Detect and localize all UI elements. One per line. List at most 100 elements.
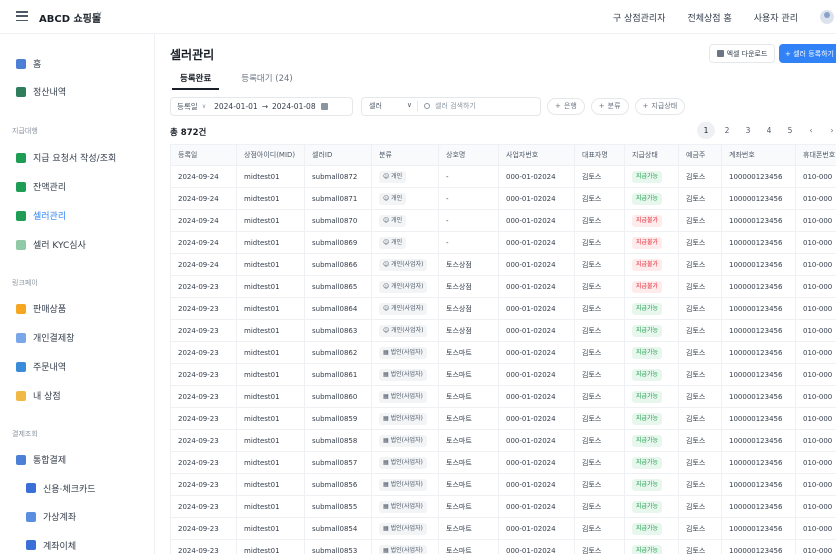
sidebar-item-store[interactable]: 내 상점 [16, 389, 61, 402]
filter-chip-bank[interactable]: + 은행 [547, 97, 585, 115]
table-cell: 토스마트 [438, 473, 499, 496]
table-cell: 100000123456 [721, 473, 796, 496]
column-header[interactable]: 등록일 [170, 144, 237, 166]
sidebar-item-seller[interactable]: 셀러관리 [16, 209, 66, 222]
table-row[interactable]: 2024-09-23 midtest01 submall0865 ☺ 개인(사업자) 토… [170, 275, 836, 298]
table-cell: submall0857 [304, 451, 372, 474]
sidebar-item-product[interactable]: 판매상품 [16, 302, 66, 315]
table-cell: 010-000 [795, 341, 836, 364]
table-row[interactable]: 2024-09-24 midtest01 submall0869 ☺ 개인 -000-0… [170, 231, 836, 254]
column-header[interactable]: 상호명 [438, 144, 499, 166]
table-row[interactable]: 2024-09-24 midtest01 submall0872 ☺ 개인 -000-0… [170, 165, 836, 188]
search-placeholder: 셀러 검색하기 [435, 102, 476, 110]
table-row[interactable]: 2024-09-23 midtest01 submall0864 ☺ 개인(사업자) 토… [170, 297, 836, 320]
calendar-icon[interactable] [320, 102, 328, 110]
column-header[interactable]: 지급상태 [624, 144, 679, 166]
date-filter-label: 등록일 [177, 101, 198, 111]
sidebar-item-integrated-pay[interactable]: 통합결제 [16, 453, 66, 466]
column-header[interactable]: 대표자명 [574, 144, 625, 166]
next-page-button[interactable]: › [823, 122, 836, 139]
table-cell: 010-000 [795, 231, 836, 254]
avatar-icon[interactable] [820, 10, 834, 24]
sidebar-item-money[interactable]: 지급 요청서 작성/조회 [16, 151, 116, 164]
table-row[interactable]: 2024-09-23 midtest01 submall0859 ▦ 법인(사업자) 토… [170, 407, 836, 430]
table-cell: midtest01 [236, 451, 305, 474]
brand-name[interactable]: ABCD 쇼핑몰 [39, 10, 101, 25]
page-button[interactable]: 5 [781, 122, 799, 139]
table-row[interactable]: 2024-09-23 midtest01 submall0854 ▦ 법인(사업자) 토… [170, 517, 836, 540]
table-cell: 김토스 [574, 297, 625, 320]
table-row[interactable]: 2024-09-23 midtest01 submall0858 ▦ 법인(사업자) 토… [170, 429, 836, 452]
table-row[interactable]: 2024-09-24 midtest01 submall0866 ☺ 개인(사업자) 토… [170, 253, 836, 276]
table-cell: 김토스 [678, 319, 722, 342]
nav-legacy-admin[interactable]: 구 상점관리자 [613, 11, 666, 24]
search-type-select[interactable]: 셀러 ∨ [362, 101, 418, 111]
table-cell: submall0869 [304, 231, 372, 254]
column-header[interactable]: 사업자번호 [498, 144, 575, 166]
table-row[interactable]: 2024-09-24 midtest01 submall0871 ☺ 개인 -000-0… [170, 187, 836, 210]
table-row[interactable]: 2024-09-23 midtest01 submall0862 ▦ 법인(사업자) 토… [170, 341, 836, 364]
sidebar-item-wallet[interactable]: 잔액관리 [16, 180, 66, 193]
date-range-filter[interactable]: 등록일 ∨ 2024-01-01 → 2024-01-08 [170, 96, 353, 116]
column-header[interactable]: 분류 [371, 144, 439, 166]
menu-icon[interactable] [16, 11, 28, 22]
sidebar-section-label: 지급대행 [12, 127, 38, 135]
category-badge: ☺ 개인 [379, 236, 407, 249]
table-cell: 지급불가 [624, 209, 679, 232]
tab-pending[interactable]: 등록대기 (24) [233, 72, 300, 90]
search-input[interactable]: 셀러 검색하기 [424, 101, 476, 111]
table-cell: 토스마트 [438, 539, 499, 554]
page-button[interactable]: 4 [760, 122, 778, 139]
table-cell: 000-01-02024 [498, 319, 575, 342]
table-row[interactable]: 2024-09-23 midtest01 submall0860 ▦ 법인(사업자) 토… [170, 385, 836, 408]
table-cell: midtest01 [236, 319, 305, 342]
table-row[interactable]: 2024-09-23 midtest01 submall0861 ▦ 법인(사업자) 토… [170, 363, 836, 386]
table-row[interactable]: 2024-09-23 midtest01 submall0863 ☺ 개인(사업자) 토… [170, 319, 836, 342]
table-cell: 토스마트 [438, 517, 499, 540]
nav-all-stores-home[interactable]: 전체상점 홈 [687, 11, 731, 24]
chevron-down-icon[interactable]: ∨ [96, 10, 103, 20]
sidebar-item-personal-pay[interactable]: 개인결제창 [16, 331, 74, 344]
filter-chip-payout-status[interactable]: + 지급상태 [634, 97, 686, 115]
table-row[interactable]: 2024-09-23 midtest01 submall0857 ▦ 법인(사업자) 토… [170, 451, 836, 474]
column-header[interactable]: 계좌번호 [721, 144, 796, 166]
table-cell: 2024-09-23 [170, 297, 237, 320]
page-button[interactable]: 1 [697, 122, 715, 139]
search-type-value: 셀러 [369, 102, 382, 110]
status-badge: 지급불가 [632, 280, 663, 293]
table-row[interactable]: 2024-09-23 midtest01 submall0855 ▦ 법인(사업자) 토… [170, 495, 836, 518]
nav-user-management[interactable]: 사용자 관리 [754, 11, 798, 24]
page-button[interactable]: 3 [739, 122, 757, 139]
page-button[interactable]: 2 [718, 122, 736, 139]
table-cell: 100000123456 [721, 297, 796, 320]
table-row[interactable]: 2024-09-23 midtest01 submall0856 ▦ 법인(사업자) 토… [170, 473, 836, 496]
sidebar-item-home[interactable]: 홈 [16, 57, 41, 70]
store-icon [16, 390, 26, 401]
sidebar-item-order[interactable]: 주문내역 [16, 360, 66, 373]
column-header[interactable]: 상점아이디(MID) [236, 144, 305, 166]
table-row[interactable]: 2024-09-23 midtest01 submall0853 ▦ 법인(사업자) 토… [170, 539, 836, 554]
tab-registered[interactable]: 등록완료 [172, 72, 220, 90]
table-cell: 김토스 [574, 451, 625, 474]
table-cell: 지급가능 [624, 517, 679, 540]
table-cell: 000-01-02024 [498, 187, 575, 210]
sidebar-item-ledger[interactable]: 정산내역 [16, 85, 66, 98]
column-header[interactable]: 예금주 [678, 144, 722, 166]
sidebar-item-transfer[interactable]: 계좌이체 [26, 539, 76, 552]
column-header[interactable]: 셀러ID [304, 144, 372, 166]
table-cell: midtest01 [236, 187, 305, 210]
seller-search: 셀러 ∨ 셀러 검색하기 [361, 96, 541, 116]
prev-page-button[interactable]: ‹ [802, 122, 820, 139]
table-cell: 2024-09-23 [170, 319, 237, 342]
table-row[interactable]: 2024-09-24 midtest01 submall0870 ☺ 개인 -000-0… [170, 209, 836, 232]
sidebar-item-virtual-account[interactable]: 가상계좌 [26, 510, 76, 523]
column-header[interactable]: 휴대폰번호 [795, 144, 836, 166]
sidebar-item-label: 내 상점 [33, 392, 61, 402]
excel-download-button[interactable]: 엑셀 다운로드 [709, 44, 775, 63]
sidebar-item-card[interactable]: 신용·체크카드 [26, 482, 96, 495]
filter-chip-type[interactable]: + 분류 [590, 97, 629, 115]
register-seller-button[interactable]: + 셀러 등록하기 [779, 44, 836, 63]
table-cell: 지급가능 [624, 165, 679, 188]
sidebar-item-kyc[interactable]: 셀러 KYC심사 [16, 238, 86, 251]
category-badge: ▦ 법인(사업자) [379, 346, 427, 359]
